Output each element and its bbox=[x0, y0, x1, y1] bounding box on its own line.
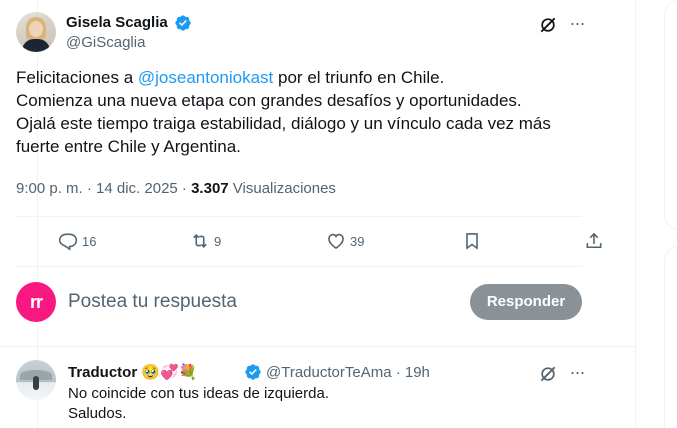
reply-author-handle[interactable]: @TraductorTeAma · 19h bbox=[266, 364, 430, 381]
reply-line-1: No coincide con tus ideas de izquierda. bbox=[68, 385, 329, 402]
repost-icon bbox=[193, 234, 207, 248]
repost-count: 9 bbox=[214, 233, 222, 249]
bookmark-icon bbox=[466, 233, 478, 250]
tweet-header: Gisela Scaglia @GiScaglia ··· bbox=[16, 12, 585, 54]
reply-tweet[interactable]: Traductor 🥹💞💐 @TraductorTeAma · 19h ··· … bbox=[16, 360, 585, 428]
divider bbox=[16, 216, 582, 217]
reply-line-2: Saludos. bbox=[68, 405, 127, 422]
tweet-line-3: Ojalá este tiempo traiga estabilidad, di… bbox=[16, 114, 551, 133]
tweet-meta: 9:00 p. m. · 14 dic. 2025 · 3.307 Visual… bbox=[16, 180, 336, 197]
reply-count: 16 bbox=[82, 233, 97, 249]
tweet-actions: 16 9 39 bbox=[16, 228, 602, 254]
like-button[interactable]: 39 bbox=[326, 228, 364, 254]
reply-button[interactable]: 16 bbox=[58, 228, 96, 254]
reply-author-avatar[interactable] bbox=[16, 360, 56, 400]
reply-composer: rr Postea tu respuesta Responder bbox=[16, 282, 582, 324]
reply-input[interactable]: Postea tu respuesta bbox=[68, 291, 237, 313]
more-icon[interactable]: ··· bbox=[566, 14, 588, 36]
verified-badge-icon[interactable] bbox=[174, 14, 192, 32]
verified-badge-icon[interactable] bbox=[244, 363, 262, 381]
author-handle[interactable]: @GiScaglia bbox=[66, 34, 145, 51]
share-icon bbox=[586, 232, 602, 249]
tweet-line-4: fuerte entre Chile y Argentina. bbox=[16, 137, 241, 156]
reply-icon bbox=[58, 233, 78, 251]
grok-icon[interactable] bbox=[538, 15, 558, 35]
like-count: 39 bbox=[350, 233, 365, 249]
user-avatar[interactable]: rr bbox=[16, 282, 56, 322]
sidebar-card bbox=[664, 0, 677, 230]
divider bbox=[16, 266, 582, 267]
share-button[interactable] bbox=[584, 228, 604, 254]
tweet-line-2: Comienza una nueva etapa con grandes des… bbox=[16, 91, 522, 110]
grok-icon[interactable] bbox=[538, 364, 558, 384]
tweet-line-1: Felicitaciones a @joseantoniokast por el… bbox=[16, 68, 445, 87]
reply-author-emojis: 🥹💞💐 bbox=[141, 364, 198, 381]
mention-link[interactable]: @joseantoniokast bbox=[138, 68, 273, 87]
divider bbox=[0, 346, 636, 347]
bookmark-button[interactable] bbox=[462, 228, 482, 254]
more-icon[interactable]: ··· bbox=[566, 363, 588, 385]
reply-author-name[interactable]: Traductor 🥹💞💐 bbox=[68, 363, 197, 381]
reply-tweet-text: No coincide con tus ideas de izquierda. … bbox=[68, 384, 329, 424]
author-avatar[interactable] bbox=[16, 12, 56, 52]
user-avatar-text: rr bbox=[29, 291, 43, 312]
tweet-text: Felicitaciones a @joseantoniokast por el… bbox=[16, 66, 582, 158]
heart-icon bbox=[328, 233, 344, 250]
author-name[interactable]: Gisela Scaglia bbox=[66, 14, 168, 31]
tweet-timestamp[interactable]: 9:00 p. m. · 14 dic. 2025 · bbox=[16, 180, 191, 197]
reply-submit-button[interactable]: Responder bbox=[470, 284, 582, 320]
views-label: Visualizaciones bbox=[228, 180, 336, 197]
repost-button[interactable]: 9 bbox=[190, 228, 221, 254]
sidebar-card-2 bbox=[664, 246, 677, 428]
views-count: 3.307 bbox=[191, 180, 229, 197]
